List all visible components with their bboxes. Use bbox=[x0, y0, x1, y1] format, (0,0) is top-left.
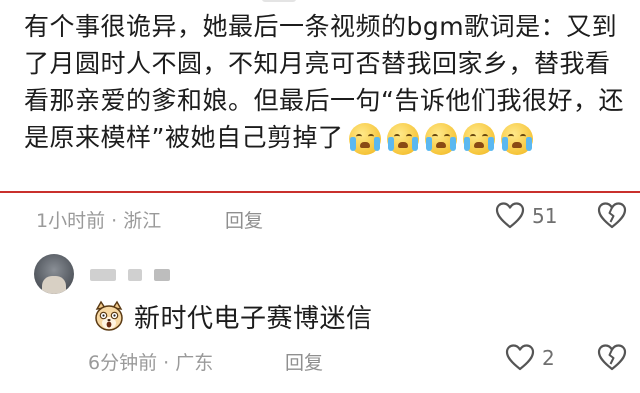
broken-heart-icon bbox=[597, 202, 627, 229]
crying-emoji-row bbox=[349, 123, 534, 155]
crying-emoji-icon bbox=[425, 123, 458, 155]
reply-body: 新时代电子赛博迷信 bbox=[92, 298, 373, 335]
heart-icon bbox=[505, 344, 535, 371]
comment-like-count: 51 bbox=[532, 204, 558, 228]
previous-item-stub bbox=[0, 0, 640, 4]
reply-like-button[interactable]: 2 bbox=[504, 342, 555, 374]
blurred-username bbox=[262, 0, 296, 2]
crying-emoji-icon bbox=[463, 123, 496, 155]
comment-meta: 1小时前 · 浙江 回复 51 bbox=[0, 198, 640, 238]
broken-heart-icon bbox=[597, 344, 627, 371]
crying-emoji-icon bbox=[349, 123, 382, 155]
reply-like-count: 2 bbox=[542, 346, 555, 370]
reply-meta: 6分钟前 · 广东 回复 2 bbox=[0, 340, 640, 380]
divider-line bbox=[0, 191, 640, 193]
heart-icon bbox=[495, 202, 525, 229]
comment-time-location: 1小时前 · 浙江 bbox=[36, 210, 162, 232]
comment-body: 有个事很诡异，她最后一条视频的bgm歌词是：又到了月圆时人不圆，不知月亮可否替我… bbox=[24, 8, 624, 156]
reply-text: 新时代电子赛博迷信 bbox=[134, 304, 373, 334]
reply-time-location: 6分钟前 · 广东 bbox=[88, 352, 214, 374]
reply-dislike-button[interactable] bbox=[596, 342, 628, 379]
comment-reply-button[interactable]: 回复 bbox=[225, 206, 263, 233]
comment-text: 有个事很诡异，她最后一条视频的bgm歌词是：又到了月圆时人不圆，不知月亮可否替我… bbox=[24, 12, 624, 152]
shocked-dog-emoji-icon bbox=[95, 300, 123, 331]
crying-emoji-icon bbox=[501, 123, 534, 155]
reply-reply-button[interactable]: 回复 bbox=[285, 348, 323, 375]
reply-username-blurred bbox=[90, 264, 182, 283]
reply-avatar[interactable] bbox=[34, 254, 74, 294]
comment-dislike-button[interactable] bbox=[596, 200, 628, 237]
crying-emoji-icon bbox=[387, 123, 420, 155]
comment-like-button[interactable]: 51 bbox=[494, 200, 557, 232]
